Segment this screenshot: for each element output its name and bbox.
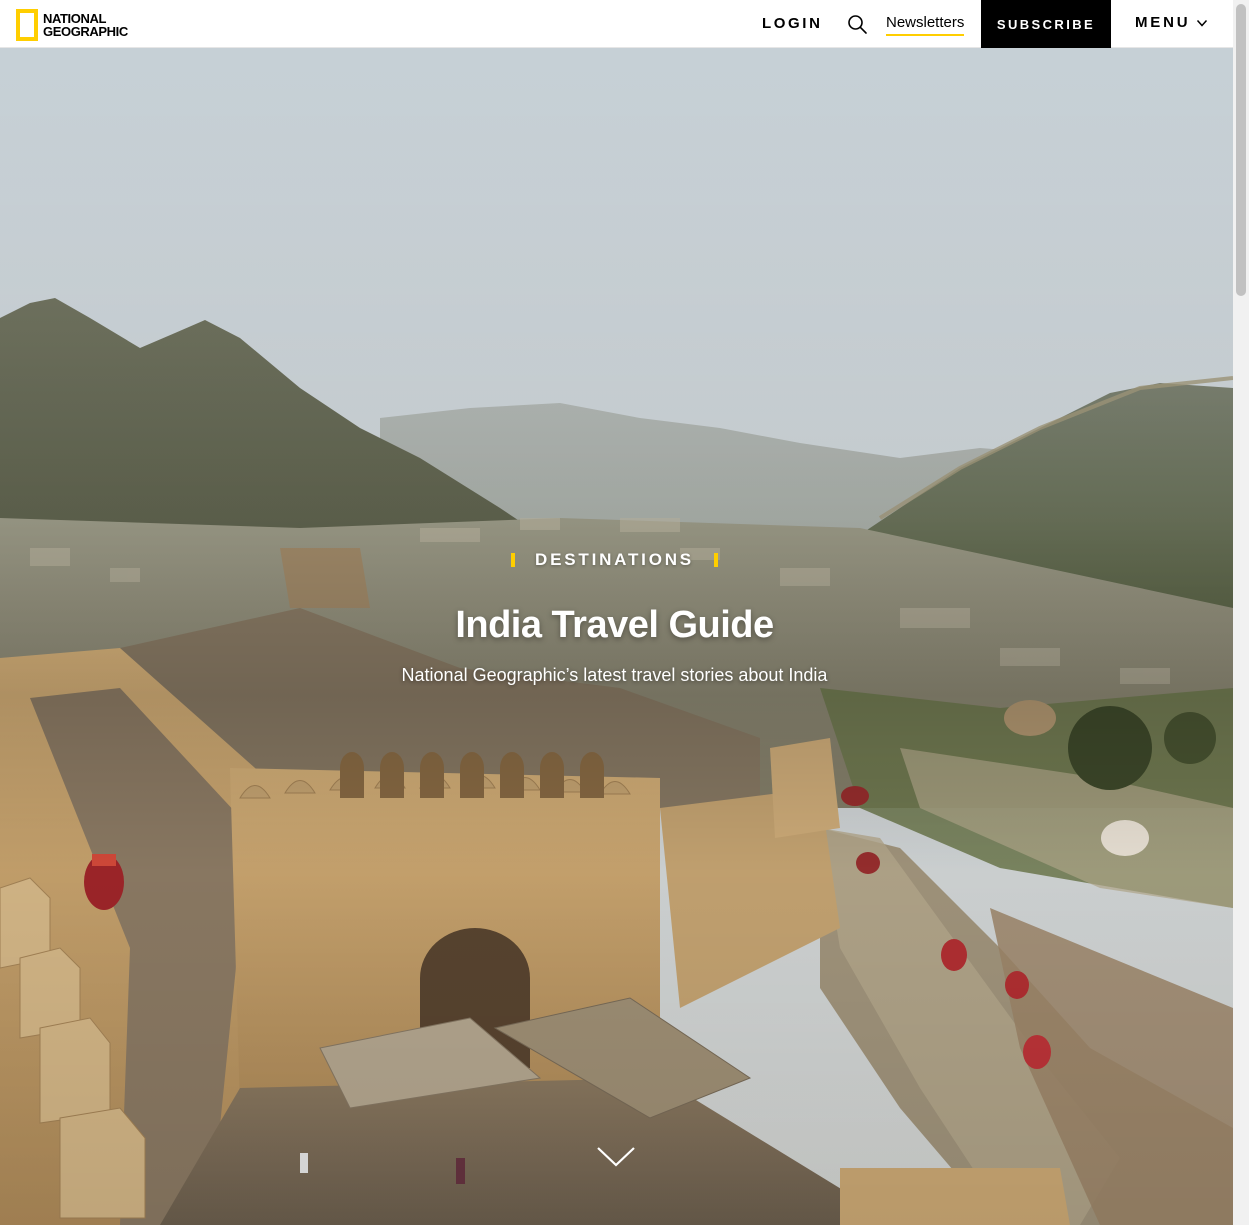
subscribe-button[interactable]: SUBSCRIBE — [981, 0, 1111, 48]
menu-label: MENU — [1135, 14, 1191, 31]
hero-section: DESTINATIONS India Travel Guide National… — [0, 48, 1233, 1225]
scrollbar-thumb[interactable] — [1236, 4, 1246, 296]
logo-wordmark: NATIONAL GEOGRAPHIC — [43, 12, 128, 38]
page-subtitle: National Geographic’s latest travel stor… — [401, 665, 828, 685]
eyebrow-left-bar — [511, 553, 516, 567]
newsletters-link[interactable]: Newsletters — [886, 14, 965, 36]
login-link[interactable]: LOGIN — [762, 15, 823, 32]
menu-button[interactable]: MENU — [1135, 14, 1208, 31]
natgeo-logo[interactable]: NATIONAL GEOGRAPHIC — [16, 8, 128, 41]
eyebrow: DESTINATIONS — [0, 550, 1229, 570]
chevron-down-icon[interactable] — [596, 1146, 636, 1168]
search-icon[interactable] — [847, 14, 868, 35]
chevron-down-icon — [1197, 19, 1208, 27]
logo-line-1: NATIONAL — [43, 10, 106, 26]
eyebrow-right-bar — [713, 553, 718, 567]
page-title: India Travel Guide — [455, 604, 774, 646]
logo-yellow-border-icon — [16, 8, 38, 41]
page-scrollbar[interactable] — [1233, 0, 1249, 1225]
destinations-link[interactable]: DESTINATIONS — [535, 550, 694, 570]
site-header: NATIONAL GEOGRAPHIC LOGIN Newsletters SU… — [0, 0, 1233, 48]
logo-line-2: GEOGRAPHIC — [43, 23, 128, 39]
